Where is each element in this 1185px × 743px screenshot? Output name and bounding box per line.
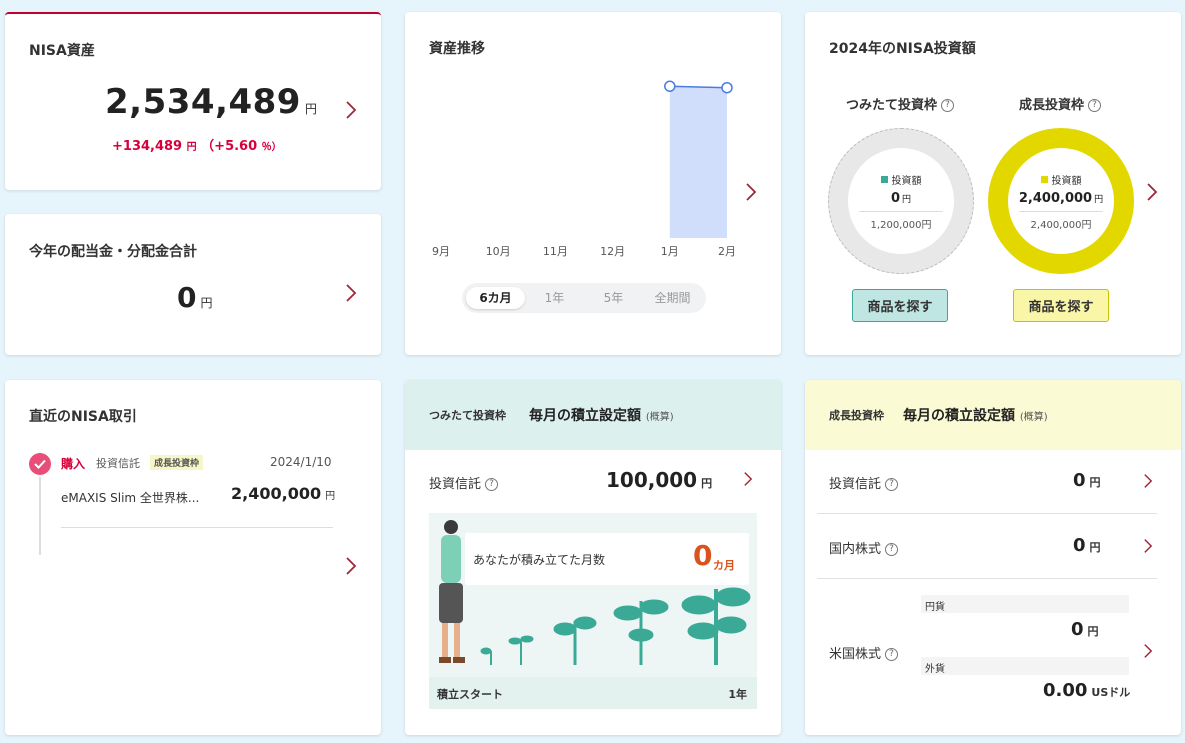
tx-type: 購入 [61, 457, 86, 471]
seicho-amount: 2,400,000 円 [1018, 190, 1104, 206]
divider [817, 513, 1157, 514]
period-1y[interactable]: 1年 [525, 287, 584, 309]
tsumitate-label: つみたて投資枠? [820, 94, 980, 113]
progress-foot: 積立スタート 1年 [429, 677, 757, 709]
row-value: 100,000 円 [606, 468, 713, 492]
row-value: 0円 [1073, 470, 1101, 491]
period-all[interactable]: 全期間 [643, 287, 702, 309]
chevron-right-icon[interactable] [345, 100, 357, 120]
nisa-invest-title: 2024年のNISA投資額 [829, 41, 976, 57]
chevron-right-icon[interactable] [345, 283, 357, 303]
check-icon [29, 453, 51, 475]
tsumitate-limit: 1,200,000円 [859, 210, 943, 231]
tsumitate-legend: 投資額 [880, 172, 922, 187]
frame-label: 成長投資枠 [829, 409, 884, 422]
chevron-right-icon[interactable] [1143, 643, 1153, 659]
chevron-right-icon[interactable] [1146, 182, 1158, 202]
x-tick-label: 10月 [486, 245, 511, 258]
monthly-tsumitate-header: つみたて投資枠 毎月の積立設定額 (概算) [405, 380, 781, 450]
nisa-assets-title: NISA資産 [29, 43, 95, 59]
chevron-right-icon[interactable] [743, 471, 753, 487]
seicho-ring: 投資額 2,400,000 円 2,400,000円 [988, 128, 1134, 274]
dividends-value: 0円 [177, 281, 213, 314]
us-fx-value: 0.00 USドル [1043, 680, 1131, 701]
us-yen-value: 0円 [1071, 619, 1099, 640]
chevron-right-icon[interactable] [1143, 473, 1153, 489]
months-count: 0 [693, 539, 713, 572]
nisa-assets-card[interactable]: NISA資産 2,534,489 円 +134,489 円 （+5.60 ％） [5, 12, 381, 190]
monthly-title: 毎月の積立設定額 (概算) [903, 408, 1048, 424]
seicho-limit: 2,400,000円 [1019, 210, 1103, 231]
help-icon[interactable]: ? [485, 478, 499, 491]
x-tick-label: 12月 [600, 245, 625, 258]
legend-swatch-icon [880, 175, 888, 183]
end-label: 1年 [728, 688, 747, 701]
row-label: 米国株式? [829, 643, 899, 662]
seicho-find-button[interactable]: 商品を探す [1013, 289, 1109, 322]
monthly-seicho-header: 成長投資枠 毎月の積立設定額 (概算) [805, 380, 1181, 450]
tx-badge: 成長投資枠 [150, 455, 204, 470]
help-icon[interactable]: ? [885, 543, 899, 556]
tsumitate-amount: 0円 [890, 190, 912, 206]
tx-kind: 投資信託 [96, 457, 140, 470]
help-icon[interactable]: ? [1088, 99, 1101, 112]
months-label: あなたが積み立てた月数 [473, 553, 606, 567]
monthly-seicho-card: 成長投資枠 毎月の積立設定額 (概算) 投資信託? 0円 国内株式? 0円 米国… [805, 380, 1181, 735]
seicho-label: 成長投資枠? [980, 94, 1140, 113]
monthly-title: 毎月の積立設定額 (概算) [529, 408, 674, 424]
row-value: 0円 [1073, 535, 1101, 556]
row-label: 投資信託? [429, 473, 499, 492]
months-unit: カ月 [713, 559, 735, 572]
divider [817, 578, 1157, 579]
x-tick-label: 2月 [718, 245, 736, 258]
period-5y[interactable]: 5年 [584, 287, 643, 309]
currency-label: 外貨 [921, 657, 1129, 675]
tx-fund-name[interactable]: eMAXIS Slim 全世界株... [61, 489, 221, 506]
help-icon[interactable]: ? [941, 99, 954, 112]
chart-point [721, 81, 733, 94]
currency-label: 円貨 [921, 595, 1129, 613]
period-6m[interactable]: 6カ月 [466, 287, 525, 309]
chevron-right-icon[interactable] [345, 556, 357, 576]
start-label: 積立スタート [437, 688, 503, 701]
x-tick-label: 9月 [432, 245, 450, 258]
tx-amount: 2,400,000 円 [231, 484, 336, 503]
row-label: 投資信託? [829, 473, 899, 492]
chart-point [664, 80, 676, 92]
tsumitate-find-button[interactable]: 商品を探す [852, 289, 948, 322]
chart-area [669, 86, 727, 238]
months-box: あなたが積み立てた月数 0 カ月 [465, 533, 749, 585]
timeline-line [39, 477, 41, 555]
x-tick-label: 1月 [661, 245, 679, 258]
chevron-right-icon[interactable] [1143, 538, 1153, 554]
dividends-title: 今年の配当金・分配金合計 [29, 244, 197, 260]
dividends-card[interactable]: 今年の配当金・分配金合計 0円 [5, 214, 381, 355]
chevron-right-icon[interactable] [745, 182, 757, 202]
tx-date: 2024/1/10 [270, 455, 332, 469]
help-icon[interactable]: ? [885, 478, 899, 491]
help-icon[interactable]: ? [885, 648, 899, 661]
row-label: 国内株式? [829, 538, 899, 557]
asset-history-chart: 9月 10月 11月 12月 1月 2月 [432, 80, 736, 258]
tsumitate-illustration: あなたが積み立てた月数 0 カ月 積立スタート 1年 [429, 513, 757, 709]
frame-label: つみたて投資枠 [429, 409, 506, 422]
nisa-assets-value: 2,534,489 円 [105, 82, 318, 122]
recent-tx-card: 直近のNISA取引 購入 投資信託 成長投資枠 2024/1/10 eMAXIS… [5, 380, 381, 735]
recent-tx-title: 直近のNISA取引 [29, 409, 137, 425]
tsumitate-ring: 投資額 0円 1,200,000円 [828, 128, 974, 274]
period-selector: 6カ月 1年 5年 全期間 [462, 283, 706, 313]
divider [61, 527, 333, 528]
seicho-legend: 投資額 [1040, 172, 1082, 187]
legend-swatch-icon [1040, 175, 1048, 183]
monthly-tsumitate-card: つみたて投資枠 毎月の積立設定額 (概算) 投資信託? 100,000 円 あな… [405, 380, 781, 735]
x-tick-label: 11月 [543, 245, 568, 258]
nisa-invest-card: 2024年のNISA投資額 つみたて投資枠? 投資額 0円 1,200,000円… [805, 12, 1181, 355]
asset-history-card: 資産推移 9月 10月 11月 12月 1月 2月 6カ月 1年 5年 全期間 [405, 12, 781, 355]
nisa-assets-gain: +134,489 円 （+5.60 ％） [112, 139, 282, 154]
